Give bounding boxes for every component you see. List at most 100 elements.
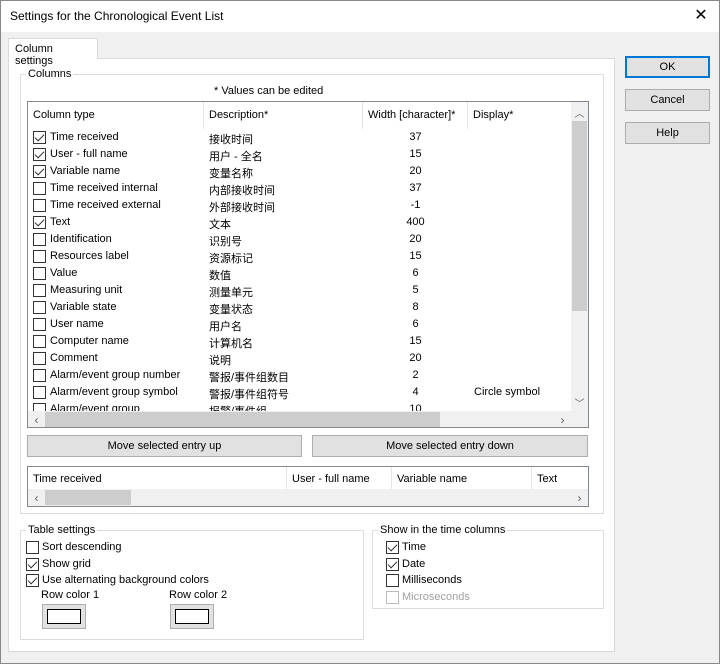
table-row[interactable]: Variable name 变量名称 20 bbox=[28, 164, 573, 181]
table-row[interactable]: Time received 接收时间 37 bbox=[28, 130, 573, 147]
column-description[interactable]: 计算机名 bbox=[209, 335, 253, 351]
column-width[interactable]: 8 bbox=[378, 301, 453, 313]
preview-header-2[interactable]: Variable name bbox=[392, 467, 532, 491]
preview-header-3[interactable]: Text bbox=[532, 467, 588, 491]
row-color-1-button[interactable] bbox=[42, 604, 86, 629]
horizontal-scrollbar[interactable]: ‹ › bbox=[28, 411, 588, 427]
column-width[interactable]: 20 bbox=[378, 352, 453, 364]
close-button[interactable]: ✕ bbox=[687, 5, 715, 29]
column-description[interactable]: 用户 - 全名 bbox=[209, 148, 263, 164]
column-width[interactable]: 15 bbox=[378, 250, 453, 262]
column-width[interactable]: -1 bbox=[378, 199, 453, 211]
scroll-left-icon[interactable]: ‹ bbox=[28, 413, 45, 427]
column-description[interactable]: 测量单元 bbox=[209, 284, 253, 300]
checkbox[interactable] bbox=[386, 541, 399, 554]
header-display[interactable]: Display* bbox=[468, 102, 572, 129]
checkbox[interactable] bbox=[386, 557, 399, 571]
cancel-button[interactable]: Cancel bbox=[625, 89, 710, 111]
preview-list[interactable]: Time received User - full name Variable … bbox=[27, 466, 589, 507]
vertical-scroll-thumb[interactable] bbox=[572, 121, 587, 311]
checkbox[interactable] bbox=[26, 557, 39, 571]
table-row[interactable]: Value 数值 6 bbox=[28, 266, 573, 283]
column-width[interactable]: 400 bbox=[378, 216, 453, 228]
column-description[interactable]: 数值 bbox=[209, 267, 231, 283]
vertical-scrollbar[interactable]: ︿ ﹀ bbox=[571, 102, 588, 411]
preview-scroll-thumb[interactable] bbox=[45, 490, 131, 505]
checkbox[interactable] bbox=[26, 541, 39, 554]
table-row[interactable]: User - full name 用户 - 全名 15 bbox=[28, 147, 573, 164]
row-checkbox[interactable] bbox=[33, 284, 46, 297]
column-description[interactable]: 资源标记 bbox=[209, 250, 253, 266]
row-checkbox[interactable] bbox=[33, 386, 46, 399]
checkbox[interactable] bbox=[26, 574, 39, 587]
row-checkbox[interactable] bbox=[33, 233, 46, 246]
scroll-left-icon[interactable]: ‹ bbox=[28, 491, 45, 505]
scroll-down-icon[interactable]: ﹀ bbox=[571, 395, 588, 410]
column-description[interactable]: 内部接收时间 bbox=[209, 182, 275, 198]
column-description[interactable]: 变量状态 bbox=[209, 301, 253, 317]
scroll-right-icon[interactable]: › bbox=[554, 413, 571, 427]
move-down-button[interactable]: Move selected entry down bbox=[312, 435, 588, 457]
column-width[interactable]: 37 bbox=[378, 182, 453, 194]
header-width[interactable]: Width [character]* bbox=[363, 102, 468, 129]
column-description[interactable]: 用户名 bbox=[209, 318, 242, 334]
scroll-right-icon[interactable]: › bbox=[571, 491, 588, 505]
table-row[interactable]: Computer name 计算机名 15 bbox=[28, 334, 573, 351]
row-checkbox[interactable] bbox=[33, 131, 46, 144]
table-row[interactable]: User name 用户名 6 bbox=[28, 317, 573, 334]
scroll-up-icon[interactable]: ︿ bbox=[571, 105, 588, 120]
row-checkbox[interactable] bbox=[33, 165, 46, 178]
column-description[interactable]: 警报/事件组符号 bbox=[209, 386, 289, 402]
row-color-2-button[interactable] bbox=[170, 604, 214, 629]
help-button[interactable]: Help bbox=[625, 122, 710, 144]
row-checkbox[interactable] bbox=[33, 182, 46, 195]
checkbox[interactable] bbox=[386, 590, 399, 604]
row-checkbox[interactable] bbox=[33, 199, 46, 212]
table-row[interactable]: Comment 说明 20 bbox=[28, 351, 573, 368]
table-row[interactable]: Variable state 变量状态 8 bbox=[28, 300, 573, 317]
preview-header-1[interactable]: User - full name bbox=[287, 467, 392, 491]
row-checkbox[interactable] bbox=[33, 148, 46, 161]
column-width[interactable]: 20 bbox=[378, 165, 453, 177]
header-column-type[interactable]: Column type bbox=[28, 102, 204, 129]
table-row[interactable]: Alarm/event group symbol 警报/事件组符号 4 Circ… bbox=[28, 385, 573, 402]
horizontal-scroll-thumb[interactable] bbox=[45, 412, 440, 427]
row-checkbox[interactable] bbox=[33, 250, 46, 263]
table-row[interactable]: Time received external 外部接收时间 -1 bbox=[28, 198, 573, 215]
column-width[interactable]: 15 bbox=[378, 335, 453, 347]
preview-horizontal-scrollbar[interactable]: ‹ › bbox=[28, 489, 588, 506]
column-width[interactable]: 15 bbox=[378, 148, 453, 160]
row-checkbox[interactable] bbox=[33, 318, 46, 331]
row-checkbox[interactable] bbox=[33, 369, 46, 382]
table-row[interactable]: Alarm/event group number 警报/事件组数目 2 bbox=[28, 368, 573, 385]
column-description[interactable]: 变量名称 bbox=[209, 165, 253, 181]
column-description[interactable]: 外部接收时间 bbox=[209, 199, 275, 215]
row-checkbox[interactable] bbox=[33, 267, 46, 280]
row-checkbox[interactable] bbox=[33, 335, 46, 348]
column-width[interactable]: 6 bbox=[378, 318, 453, 330]
row-checkbox[interactable] bbox=[33, 352, 46, 365]
tab-column-settings[interactable]: Column settings bbox=[8, 38, 98, 67]
preview-header-0[interactable]: Time received bbox=[28, 467, 287, 491]
table-row[interactable]: Identification 识别号 20 bbox=[28, 232, 573, 249]
column-description[interactable]: 文本 bbox=[209, 216, 231, 232]
column-width[interactable]: 2 bbox=[378, 369, 453, 381]
table-row[interactable]: Text 文本 400 bbox=[28, 215, 573, 232]
ok-button[interactable]: OK bbox=[625, 56, 710, 78]
column-list[interactable]: Column type Description* Width [characte… bbox=[27, 101, 589, 428]
column-description[interactable]: 说明 bbox=[209, 352, 231, 368]
column-width[interactable]: 6 bbox=[378, 267, 453, 279]
header-description[interactable]: Description* bbox=[204, 102, 363, 129]
column-width[interactable]: 4 bbox=[378, 386, 453, 398]
column-width[interactable]: 5 bbox=[378, 284, 453, 296]
column-width[interactable]: 37 bbox=[378, 131, 453, 143]
row-checkbox[interactable] bbox=[33, 216, 46, 229]
table-row[interactable]: Time received internal 内部接收时间 37 bbox=[28, 181, 573, 198]
checkbox[interactable] bbox=[386, 574, 399, 587]
table-row[interactable]: Measuring unit 测量单元 5 bbox=[28, 283, 573, 300]
column-width[interactable]: 20 bbox=[378, 233, 453, 245]
column-description[interactable]: 识别号 bbox=[209, 233, 242, 249]
column-description[interactable]: 警报/事件组数目 bbox=[209, 369, 289, 385]
move-up-button[interactable]: Move selected entry up bbox=[27, 435, 302, 457]
table-row[interactable]: Resources label 资源标记 15 bbox=[28, 249, 573, 266]
